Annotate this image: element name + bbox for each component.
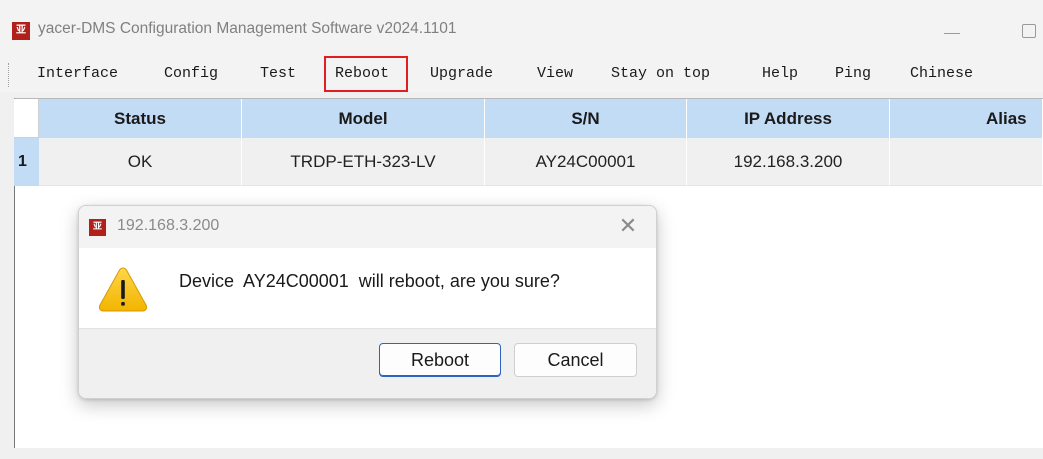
menu-item-test[interactable]: Test bbox=[260, 65, 296, 82]
title-bar: 亚 yacer-DMS Configuration Management Sof… bbox=[0, 0, 1043, 58]
grid-bottom-strip bbox=[14, 448, 1043, 459]
menu-bar bbox=[0, 58, 1043, 92]
menu-item-help[interactable]: Help bbox=[762, 65, 798, 82]
menu-item-upgrade[interactable]: Upgrade bbox=[430, 65, 493, 82]
menu-item-interface[interactable]: Interface bbox=[37, 65, 118, 82]
cancel-button[interactable]: Cancel bbox=[514, 343, 637, 377]
reboot-confirm-dialog: 亚 192.168.3.200 ✕ Device AY24C00001 will… bbox=[78, 205, 657, 399]
menu-item-chinese[interactable]: Chinese bbox=[910, 65, 973, 82]
grid-corner-header[interactable] bbox=[14, 99, 39, 138]
table-cell-ip-address[interactable]: 192.168.3.200 bbox=[687, 138, 890, 186]
table-cell-alias[interactable] bbox=[890, 138, 1043, 186]
table-cell-status[interactable]: OK bbox=[39, 138, 242, 186]
table-cell-model[interactable]: TRDP-ETH-323-LV bbox=[242, 138, 485, 186]
dialog-title: 192.168.3.200 bbox=[117, 217, 220, 234]
dialog-message: Device AY24C00001 will reboot, are you s… bbox=[179, 271, 560, 291]
reboot-button[interactable]: Reboot bbox=[379, 343, 501, 377]
column-header-ip-address[interactable]: IP Address bbox=[687, 99, 890, 138]
menu-grip-handle bbox=[8, 63, 11, 87]
column-header-alias[interactable]: Alias bbox=[890, 99, 1043, 138]
menu-item-stay-on-top[interactable]: Stay on top bbox=[611, 65, 710, 82]
close-icon[interactable]: ✕ bbox=[615, 214, 641, 240]
menu-item-config[interactable]: Config bbox=[164, 65, 218, 82]
table-cell-sn[interactable]: AY24C00001 bbox=[485, 138, 687, 186]
reboot-highlight-box bbox=[324, 56, 408, 92]
warning-icon bbox=[98, 267, 148, 312]
column-header-model[interactable]: Model bbox=[242, 99, 485, 138]
window-title: yacer-DMS Configuration Management Softw… bbox=[38, 20, 457, 37]
dialog-title-bar: 亚 192.168.3.200 ✕ bbox=[79, 206, 656, 248]
column-header-sn[interactable]: S/N bbox=[485, 99, 687, 138]
menu-item-ping[interactable]: Ping bbox=[835, 65, 871, 82]
menu-item-view[interactable]: View bbox=[537, 65, 573, 82]
row-header-1[interactable]: 1 bbox=[14, 138, 39, 186]
app-logo-icon: 亚 bbox=[12, 22, 30, 40]
column-header-status[interactable]: Status bbox=[39, 99, 242, 138]
maximize-button[interactable] bbox=[1022, 24, 1036, 38]
main-window: 亚 yacer-DMS Configuration Management Sof… bbox=[0, 0, 1043, 459]
minimize-button[interactable] bbox=[944, 21, 962, 41]
dialog-logo-icon: 亚 bbox=[89, 219, 106, 236]
